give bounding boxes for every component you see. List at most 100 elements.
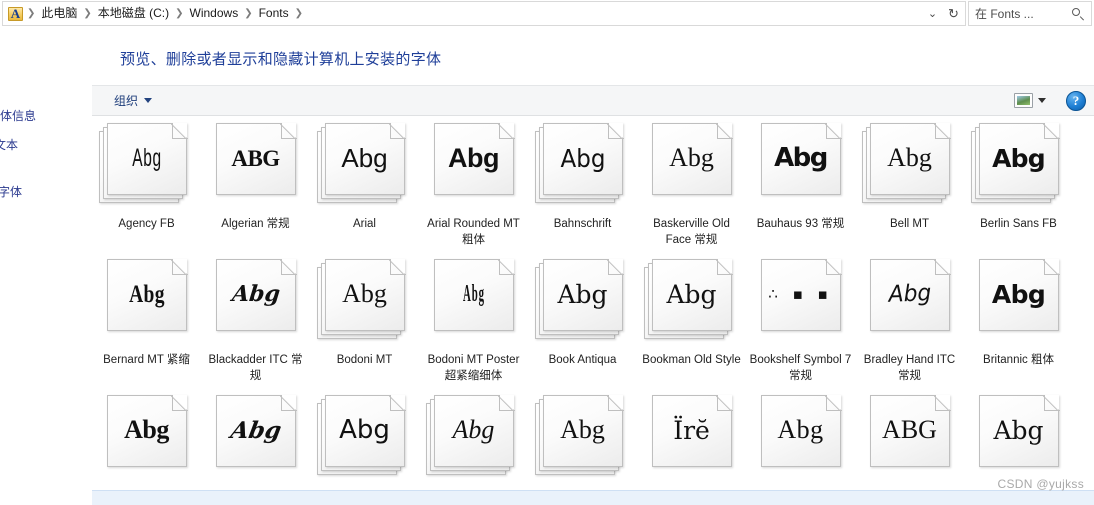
font-file-icon: Abg bbox=[643, 259, 740, 345]
fonts-folder-icon: A bbox=[7, 5, 24, 22]
font-file-icon: Abg bbox=[862, 259, 958, 345]
font-preview-glyphs: Abg bbox=[669, 143, 714, 172]
font-item[interactable]: Abg bbox=[528, 395, 637, 488]
organize-label: 组织 bbox=[114, 94, 139, 108]
font-file-icon: Abg bbox=[534, 123, 631, 209]
font-preview-glyphs: ABG bbox=[231, 145, 280, 171]
change-view-button[interactable] bbox=[1010, 90, 1050, 111]
font-preview-glyphs: Abg bbox=[341, 143, 388, 173]
font-file-icon: Abg bbox=[316, 123, 413, 209]
breadcrumb-item-2[interactable]: Windows bbox=[185, 3, 244, 24]
font-item-label: Bauhaus 93 常规 bbox=[756, 218, 845, 230]
nav-link-download-fonts[interactable]: 的字体 bbox=[0, 183, 22, 200]
font-file-icon: Abg bbox=[316, 259, 413, 345]
font-preview-glyphs: Abg bbox=[342, 279, 387, 308]
font-item[interactable]: ∴ ▪ ▪ Bookshelf Symbol 7 常规 bbox=[746, 259, 855, 384]
font-item[interactable]: Abg bbox=[201, 395, 310, 488]
font-item-label: Blackadder ITC 常规 bbox=[208, 354, 303, 382]
search-icon bbox=[1071, 7, 1085, 21]
breadcrumb-item-0[interactable]: 此电脑 bbox=[36, 3, 82, 24]
font-item-label: Arial Rounded MT 粗体 bbox=[427, 218, 520, 246]
font-item[interactable]: Abg bbox=[964, 395, 1073, 488]
font-file-icon: ∴ ▪ ▪ bbox=[753, 259, 849, 345]
font-item[interactable]: ABG bbox=[855, 395, 964, 488]
font-item-label: Britannic 粗体 bbox=[983, 354, 1054, 366]
font-item-label: Bernard MT 紧缩 bbox=[103, 354, 190, 366]
font-preview-glyphs: Abg bbox=[991, 279, 1046, 309]
font-file-icon: Abg bbox=[426, 259, 522, 345]
font-file-icon: Abg bbox=[99, 395, 195, 481]
address-bar-controls: ⌄ ↻ bbox=[920, 1, 964, 26]
chevron-down-icon[interactable]: ⌄ bbox=[922, 2, 943, 25]
font-item[interactable]: Abg Blackadder ITC 常规 bbox=[201, 259, 310, 384]
address-path-field[interactable]: A ❯ 此电脑 ❯ 本地磁盘 (C:) ❯ Windows ❯ Fonts ❯ bbox=[2, 1, 966, 26]
font-preview-glyphs: ∴ ▪ ▪ bbox=[768, 284, 833, 303]
font-item[interactable]: Abg Arial Rounded MT 粗体 bbox=[419, 123, 528, 248]
font-file-icon: Abg bbox=[98, 123, 195, 209]
font-file-icon: Abg bbox=[208, 395, 304, 481]
breadcrumb-separator: ❯ bbox=[175, 8, 184, 19]
font-item[interactable]: Abg Berlin Sans FB bbox=[964, 123, 1073, 232]
font-item[interactable]: Abg Arial bbox=[310, 123, 419, 232]
breadcrumb-item-3[interactable]: Fonts bbox=[254, 3, 294, 24]
font-file-icon: Abg bbox=[753, 395, 849, 481]
font-item[interactable]: Abg Agency FB bbox=[92, 123, 201, 232]
font-row: Abg Abg Abg Abg Abg Ïrĕ Abg ABG Abg bbox=[92, 395, 1094, 505]
organize-button[interactable]: 组织 bbox=[108, 89, 158, 112]
font-preview-glyphs: Abg bbox=[560, 143, 605, 173]
file-list-pane[interactable]: Abg Agency FB ABG Algerian 常规 Abg Arial Abg Ari… bbox=[92, 117, 1094, 505]
font-item-label: Bodoni MT bbox=[336, 354, 393, 366]
font-item[interactable]: Abg bbox=[746, 395, 855, 488]
chevron-down-icon bbox=[1038, 98, 1046, 103]
nav-link-cleartype-text[interactable]: e 文本 bbox=[0, 136, 18, 153]
font-item[interactable]: Abg Bahnschrift bbox=[528, 123, 637, 232]
font-item-label: Bell MT bbox=[890, 218, 929, 230]
font-file-icon: Abg bbox=[534, 395, 631, 481]
font-item-label: Bookman Old Style bbox=[642, 354, 741, 366]
font-item[interactable]: Abg Bodoni MT bbox=[310, 259, 419, 368]
font-item[interactable]: Abg bbox=[92, 395, 201, 488]
font-item-label: Arial bbox=[352, 218, 376, 230]
font-preview-glyphs: Abg bbox=[452, 415, 495, 444]
font-item[interactable]: Abg Bauhaus 93 常规 bbox=[746, 123, 855, 232]
help-button[interactable]: ? bbox=[1066, 90, 1086, 111]
font-file-icon: Abg bbox=[753, 123, 849, 209]
font-item[interactable]: Abg Bell MT bbox=[855, 123, 964, 232]
font-item[interactable]: Abg Book Antiqua bbox=[528, 259, 637, 368]
breadcrumb-separator: ❯ bbox=[83, 8, 92, 19]
font-item-label: Bahnschrift bbox=[553, 218, 612, 230]
font-item[interactable]: Abg bbox=[310, 395, 419, 488]
refresh-icon[interactable]: ↻ bbox=[943, 2, 964, 25]
font-item[interactable]: Abg Bernard MT 紧缩 bbox=[92, 259, 201, 368]
breadcrumb-separator: ❯ bbox=[244, 8, 253, 19]
font-item[interactable]: Abg Baskerville Old Face 常规 bbox=[637, 123, 746, 248]
font-item[interactable]: Abg Britannic 粗体 bbox=[964, 259, 1073, 368]
font-item-label: Book Antiqua bbox=[548, 354, 617, 366]
font-item[interactable]: ABG Algerian 常规 bbox=[201, 123, 310, 232]
page-corner-fold-line bbox=[171, 123, 187, 139]
font-item[interactable]: Abg bbox=[419, 395, 528, 488]
font-file-icon: Abg bbox=[861, 123, 958, 209]
font-item-label: Agency FB bbox=[118, 218, 175, 230]
search-input-value: 在 Fonts ... bbox=[975, 7, 1034, 21]
font-file-icon: Abg bbox=[208, 259, 304, 345]
font-item[interactable]: Abg Bodoni MT Poster 超紧缩细体 bbox=[419, 259, 528, 384]
chevron-down-icon bbox=[144, 98, 153, 103]
font-preview-glyphs: Abg bbox=[993, 415, 1044, 445]
font-file-icon: ABG bbox=[208, 123, 304, 209]
font-file-icon: Abg bbox=[644, 123, 740, 209]
search-input[interactable]: 在 Fonts ... bbox=[968, 1, 1092, 26]
font-item[interactable]: Abg Bookman Old Style bbox=[637, 259, 746, 368]
font-item[interactable]: Abg Bradley Hand ITC 常规 bbox=[855, 259, 964, 384]
font-file-icon: Ïrĕ bbox=[644, 395, 740, 481]
breadcrumb-separator: ❯ bbox=[27, 8, 36, 19]
font-item[interactable]: Ïrĕ bbox=[637, 395, 746, 488]
font-file-icon: Abg bbox=[426, 123, 522, 209]
font-preview-glyphs: Abg bbox=[128, 280, 165, 308]
breadcrumb-separator: ❯ bbox=[294, 8, 303, 19]
nav-link-font-info[interactable]: 字体信息 bbox=[0, 107, 36, 124]
font-preview-glyphs: Abg bbox=[557, 279, 608, 309]
font-preview-glyphs: Abg bbox=[448, 142, 499, 173]
font-preview-glyphs: Abg bbox=[124, 415, 169, 444]
breadcrumb-item-1[interactable]: 本地磁盘 (C:) bbox=[93, 3, 174, 24]
